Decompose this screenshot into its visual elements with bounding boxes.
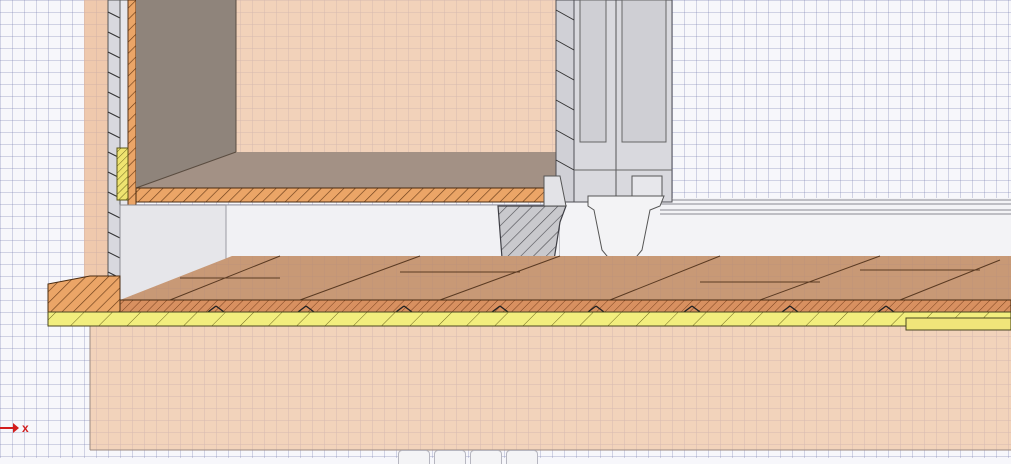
left-ledge xyxy=(47,275,121,313)
cabinet-doors xyxy=(555,0,673,203)
view-button-4[interactable] xyxy=(506,450,538,464)
floor-surface xyxy=(120,255,1011,301)
x-axis-label: x xyxy=(22,421,29,435)
view-button-2[interactable] xyxy=(434,450,466,464)
view-toolbar xyxy=(398,450,538,464)
x-axis-arrow-icon xyxy=(0,423,19,433)
x-axis-indicator: x xyxy=(0,418,40,438)
view-button-1[interactable] xyxy=(398,450,430,464)
section-drawing xyxy=(47,0,1011,451)
base-wall xyxy=(89,326,1011,451)
cad-viewport[interactable]: x xyxy=(0,0,1011,464)
view-button-3[interactable] xyxy=(470,450,502,464)
floor-section xyxy=(119,299,1011,313)
cabinet-interior xyxy=(135,0,561,203)
